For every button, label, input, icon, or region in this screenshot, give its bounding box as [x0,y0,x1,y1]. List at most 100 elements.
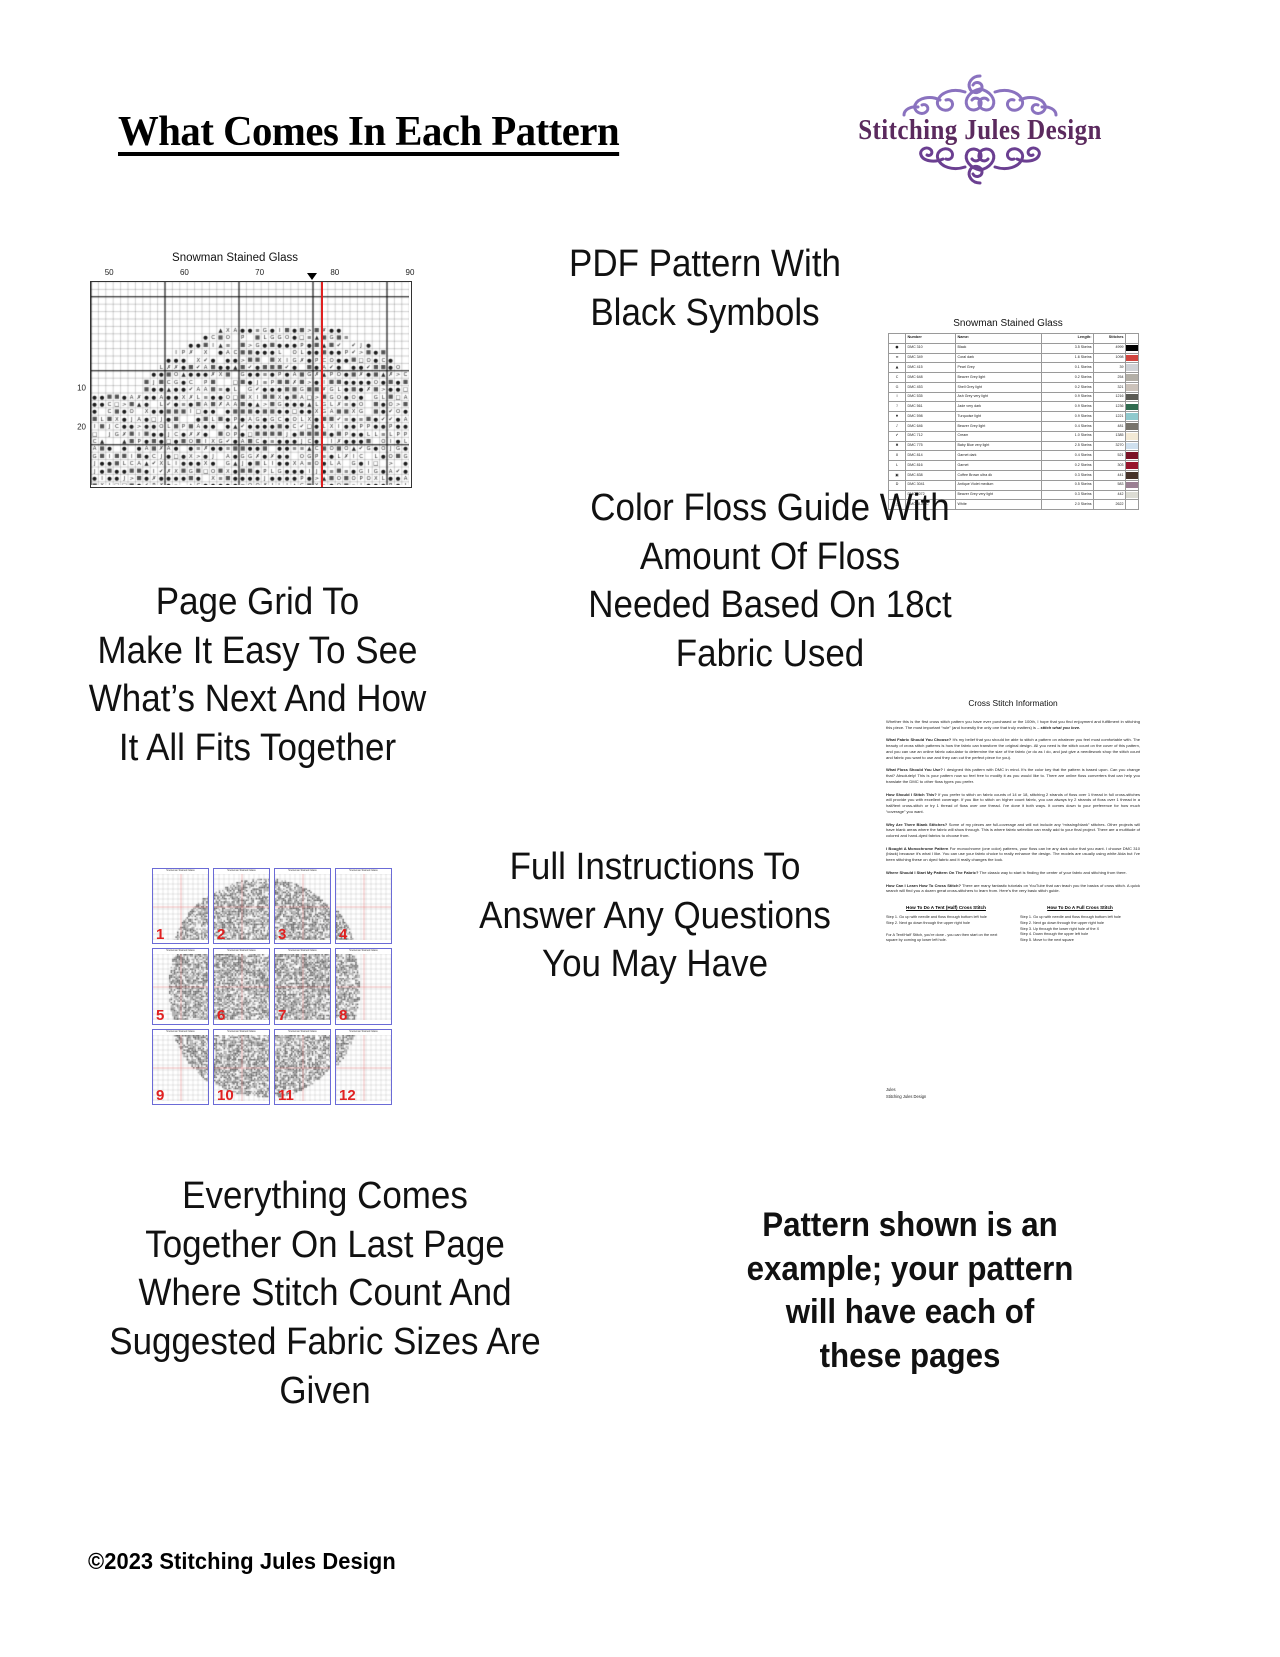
floss-cell-symbol: ℐ [888,401,906,413]
floss-table-row: ℐ DMC 561 Jade very dark 0.9 Skeins 1236 [888,401,1139,413]
chart-col-tick: 90 [405,268,415,277]
floss-cell-number: DMC 310 [905,342,956,354]
floss-cell-name: Pearl Grey [955,362,1042,374]
instructions-paragraph-heading: How Should I Stitch This? [886,791,937,797]
floss-cell-length: 0.4 Skeins [1041,421,1094,432]
floss-cell-length: 2.5 Skeins [1041,440,1094,452]
color-swatch [1126,413,1138,420]
logo-flourish-bottom-icon [855,143,1105,187]
color-swatch [1126,481,1138,489]
page-grid-cell: Snowman Stained Glass 4 [335,868,392,945]
logo-text: Stitching Jules Design [858,114,1102,147]
page-grid-cell: Snowman Stained Glass 1 [152,868,209,945]
instructions-intro: Whether this is the first cross stitch p… [886,719,1140,730]
page-title: What Comes In Each Pattern [118,109,620,155]
page-grid-cell-title: Snowman Stained Glass [288,949,317,953]
page-grid-cell-title: Snowman Stained Glass [227,1029,256,1033]
floss-cell-number: DMC 816 [905,460,956,471]
copy-page-grid: Page Grid To Make It Easy To See What’s … [88,581,427,769]
floss-cell-swatch [1125,499,1139,511]
color-swatch [1126,384,1138,391]
floss-cell-symbol: I [888,391,906,403]
chart-col-tick: 60 [179,268,189,277]
floss-cell-number: DMC 646 [905,421,956,432]
chart-col-tick: 80 [330,268,340,277]
floss-cell-length: 0.9 Skeins [1041,391,1094,403]
floss-table-row: ≡ DMC 349 Coral dark 1.6 Skeins 1098 [888,352,1139,364]
copy-floss-guide: Color Floss Guide With Amount Of Floss N… [588,487,952,675]
instructions-page-thumbnail: Cross Stitch Information Whether this is… [872,688,1154,1108]
page-grid-cell: Snowman Stained Glass 6 [213,948,270,1025]
floss-cell-swatch [1125,401,1139,413]
floss-cell-swatch [1125,411,1139,423]
instructions-title: Cross Stitch Information [968,698,1058,708]
floss-cell-number: DMC 598 [905,411,956,423]
instructions-signature: Jules Stitching Jules Design [886,1087,926,1100]
floss-guide-title: Snowman Stained Glass [953,318,1063,329]
copy-pdf-pattern: PDF Pattern With Black Symbols [568,243,841,334]
logo-flourish-top-icon [855,72,1105,118]
floss-cell-swatch [1125,430,1139,442]
floss-cell-length: 2.0 Skeins [1041,499,1094,511]
floss-cell-symbol: ▲ [888,362,906,374]
page-grid-cell-number: 4 [339,926,348,944]
floss-table-row: ✖ DMC 775 Baby Blue very light 2.5 Skeins 32… [888,440,1139,452]
floss-cell-swatch [1125,450,1139,462]
instructions-intro-emphasis: stitch what you love. [1040,724,1081,730]
floss-cell-symbol: ✖ [888,440,906,452]
instructions-paragraph-heading: Where Should I Start My Pattern On The F… [886,869,979,875]
floss-cell-stitches: 1216 [1093,391,1126,403]
chart-col-tick: 70 [255,268,265,277]
floss-cell-stitches: 321 [1093,381,1126,393]
page-grid-thumbnails: Snowman Stained Glass 1 Snowman Stained Gl… [152,868,392,1105]
chart-row-tick: 20 [77,422,86,432]
stitch-guides: How To Do A Tent (Half) Cross Stitch Ste… [872,901,1154,944]
page-grid-cell: Snowman Stained Glass 10 [213,1028,270,1105]
floss-cell-swatch [1125,372,1139,383]
brand-logo: Stitching Jules Design [855,72,1105,200]
floss-col-stitches: Stitches [1093,333,1126,344]
floss-cell-length: 0.3 Skeins [1041,489,1094,501]
page-grid-cell-number: 1 [156,926,165,944]
floss-guide-thumbnail: Snowman Stained Glass Number Name: Lengt… [888,318,1139,511]
floss-table-row: ✔ DMC 712 Cream 1.0 Skeins 1385 [888,430,1139,442]
floss-cell-symbol: ♦ [888,411,906,423]
chart-row-tick: 10 [77,383,86,393]
page-grid-cell-number: 12 [339,1087,356,1104]
chart-grid [90,281,412,488]
floss-cell-length: 1.6 Skeins [1041,352,1094,364]
page-grid-cell-title: Snowman Stained Glass [166,1029,195,1033]
instructions-paragraph-heading: Why Are There Blank Stitches? [886,821,948,827]
floss-cell-length: 0.2 Skeins [1041,460,1094,471]
copy-last-page: Everything Comes Together On Last Page W… [109,1175,541,1412]
stitch-guide-full-step: Step 5. Move to the next square [1020,937,1074,942]
floss-table-row: C DMC 648 Beaver Grey light 0.2 Skeins 254 [888,372,1139,383]
page-grid-cell-title: Snowman Stained Glass [227,949,256,953]
stitch-guide-half-step: Step 2. Next go down through the upper r… [886,920,971,925]
floss-cell-stitches: 254 [1093,372,1126,383]
page-grid-cell-title: Snowman Stained Glass [166,869,195,872]
instructions-body: Whether this is the first cross stitch p… [872,719,1154,894]
floss-table-row: ● DMC 310 Black 3.5 Skeins 4999 [888,342,1139,354]
floss-cell-swatch [1125,440,1139,452]
signature-brand: Stitching Jules Design [886,1093,927,1099]
copy-instructions: Full Instructions To Answer Any Question… [479,846,831,986]
floss-cell-length: 1.0 Skeins [1041,430,1094,442]
floss-table-row: ♪ DMC 646 Beaver Grey light 0.4 Skeins 481 [888,421,1139,432]
floss-cell-name: Garnet [955,460,1042,471]
stitch-guide-half: How To Do A Tent (Half) Cross Stitch Ste… [886,905,1006,944]
page-grid-cell-title: Snowman Stained Glass [227,869,256,872]
copyright-notice: ©2023 Stitching Jules Design [88,1548,396,1574]
floss-cell-symbol: G [888,381,906,393]
floss-cell-name: Baby Blue very light [955,440,1042,452]
chart-col-tick: 50 [104,268,114,277]
page-grid-cell: Snowman Stained Glass 11 [274,1028,331,1105]
floss-cell-stitches: 1221 [1093,411,1126,423]
page-grid-cell-title: Snowman Stained Glass [349,949,378,953]
floss-table-header-row: Number Name: Length: Stitches [888,333,1139,344]
floss-cell-swatch [1125,352,1139,364]
floss-col-swatch [1125,333,1139,344]
page-grid-cell-number: 8 [339,1006,348,1024]
page-grid-cell-number: 10 [217,1087,234,1104]
floss-cell-symbol: X [888,450,906,462]
